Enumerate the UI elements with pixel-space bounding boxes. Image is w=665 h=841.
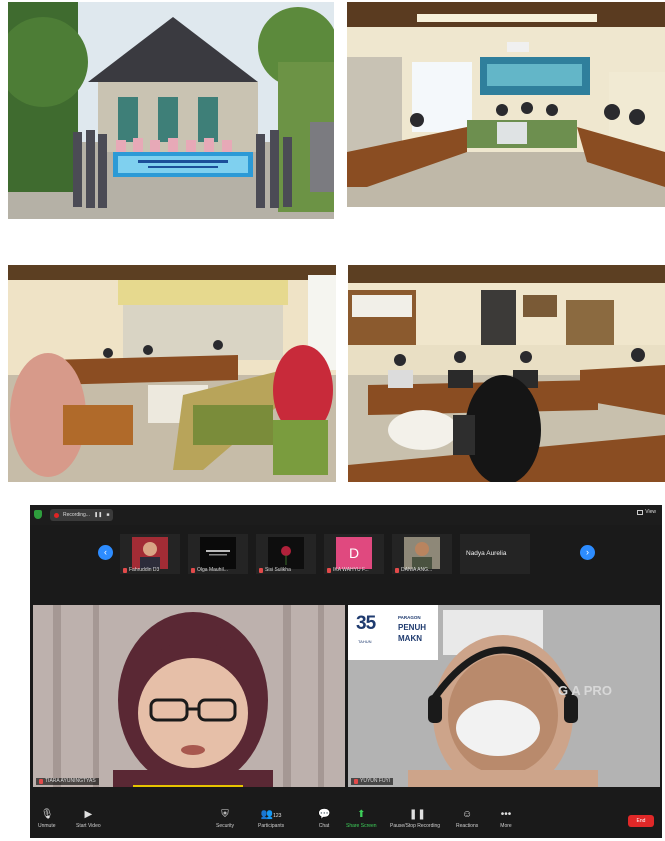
photo-group-outdoor	[8, 2, 334, 219]
photo-workshop-left	[8, 265, 336, 482]
security-shield-icon[interactable]	[34, 510, 42, 519]
pause-recording-icon: ❚❚	[409, 809, 426, 820]
share-screen-label: Share Screen	[346, 823, 377, 829]
banner-line2: MAKN	[398, 634, 422, 643]
participants-icon: 👥123	[260, 809, 282, 820]
participant-photo	[404, 537, 440, 569]
video-name-label: YUYUN FUYI	[351, 778, 394, 785]
grid-view-icon	[637, 510, 644, 515]
participant-rose-tile	[268, 537, 304, 569]
participants-strip: ‹ Fahruddin D3 Olga Mauhil... Sisi Sulik…	[30, 529, 662, 579]
participant-name: Fahruddin D3	[129, 567, 160, 573]
chat-icon: 💬	[318, 809, 331, 820]
pause-recording-button[interactable]: ❚❚ Pause/Stop Recording	[390, 809, 440, 829]
stop-icon[interactable]: ■	[106, 512, 109, 518]
participant-photo	[132, 537, 168, 569]
chat-label: Chat	[318, 823, 330, 829]
prev-page-arrow-icon[interactable]: ‹	[98, 545, 113, 560]
reactions-button[interactable]: ☺ Reactions	[456, 809, 478, 829]
participant-thumb[interactable]: D IKA WAHYU F...	[324, 534, 384, 574]
security-label: Security	[216, 823, 235, 829]
participant-thumb[interactable]: Nadya Aurelia	[460, 534, 530, 574]
pause-icon[interactable]: ❚❚	[94, 512, 102, 518]
participant-thumb[interactable]: Olga Mauhil...	[188, 534, 248, 574]
participant-name: Olga Mauhil...	[197, 567, 228, 573]
background-banner-text: G A PRO	[558, 683, 612, 698]
unmute-label: Unmute	[38, 823, 56, 829]
recording-label: Recording...	[63, 511, 90, 518]
participant-name-only: Nadya Aurelia	[466, 550, 507, 557]
participant-initial-tile: D	[336, 537, 372, 569]
muted-mic-icon	[39, 779, 43, 784]
muted-mic-icon	[327, 568, 331, 573]
active-speaker-indicator	[133, 785, 243, 787]
reactions-icon: ☺	[462, 809, 473, 820]
video-name-label: TIARA AYUNINGTYAS	[36, 778, 99, 785]
sponsor-banner: 35 TAHUN PARAGON PENUH MAKN	[352, 609, 436, 657]
next-page-arrow-icon[interactable]: ›	[580, 545, 595, 560]
more-button[interactable]: ••• More	[500, 809, 512, 829]
video-participant-name: TIARA AYUNINGTYAS	[45, 778, 96, 784]
photo-meeting-room	[347, 2, 665, 219]
share-screen-button[interactable]: ⬆ Share Screen	[346, 809, 377, 829]
muted-mic-icon	[395, 568, 399, 573]
more-label: More	[500, 823, 512, 829]
muted-mic-icon	[123, 568, 127, 573]
meeting-toolbar: 🎙 Unmute ▶ Start Video ⛨ Security 👥123 P…	[30, 805, 662, 838]
participant-name: DANIA ANG...	[401, 567, 433, 573]
chat-button[interactable]: 💬 Chat	[318, 809, 330, 829]
photo-workshop-right	[348, 265, 665, 482]
microphone-icon: 🎙	[40, 809, 54, 820]
recording-dot-icon	[54, 512, 59, 518]
participants-button[interactable]: 👥123 Participants	[258, 809, 284, 829]
share-screen-icon: ⬆	[357, 809, 366, 820]
security-button[interactable]: ⛨ Security	[216, 809, 234, 829]
participants-count: 123	[273, 813, 282, 819]
banner-number: 35	[356, 613, 376, 634]
security-icon: ⛨	[221, 809, 229, 820]
muted-mic-icon	[259, 568, 263, 573]
zoom-top-bar: Recording... ❚❚ ■ View	[30, 505, 662, 525]
more-dots-icon: •••	[500, 809, 512, 820]
participant-thumb[interactable]: DANIA ANG...	[392, 534, 452, 574]
pause-recording-label: Pause/Stop Recording	[390, 823, 441, 829]
end-meeting-button[interactable]: End	[628, 815, 654, 827]
start-video-button[interactable]: ▶ Start Video	[76, 809, 101, 829]
view-label: View	[645, 509, 656, 515]
participant-name: Sisi Sulikha	[265, 567, 291, 573]
video-participant-name: YUYUN FUYI	[360, 778, 391, 784]
zoom-meeting-window: Recording... ❚❚ ■ View ‹ Fahruddin D3 Ol…	[30, 505, 662, 838]
video-tile-left[interactable]: TIARA AYUNINGTYAS	[33, 605, 345, 787]
participant-logo-tile	[200, 537, 236, 569]
banner-line1: PENUH	[398, 623, 427, 632]
muted-mic-icon	[354, 779, 358, 784]
muted-mic-icon	[191, 568, 195, 573]
reactions-label: Reactions	[456, 823, 479, 829]
start-video-label: Start Video	[76, 823, 101, 829]
participant-name: IKA WAHYU F...	[333, 567, 369, 573]
video-camera-icon: ▶	[84, 809, 93, 820]
banner-sub: TAHUN	[358, 639, 372, 644]
view-button[interactable]: View	[637, 510, 656, 515]
recording-indicator[interactable]: Recording... ❚❚ ■	[50, 509, 114, 521]
participants-label: Participants	[258, 823, 285, 829]
participant-thumb[interactable]: Fahruddin D3	[120, 534, 180, 574]
participant-initial: D	[348, 545, 360, 561]
banner-brand: PARAGON	[398, 615, 421, 620]
video-tile-right[interactable]: 35 TAHUN PARAGON PENUH MAKN G A PRO YUYU…	[348, 605, 660, 787]
unmute-button[interactable]: 🎙 Unmute	[38, 809, 56, 829]
participant-thumb[interactable]: Sisi Sulikha	[256, 534, 316, 574]
